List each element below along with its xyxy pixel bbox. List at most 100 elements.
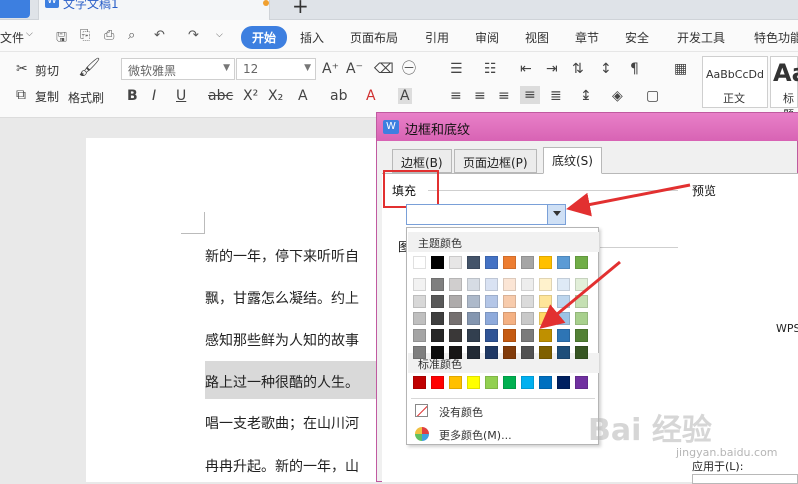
color-swatch[interactable]: [521, 376, 534, 389]
color-swatch[interactable]: [467, 256, 480, 269]
text-direction-icon[interactable]: ⇅: [572, 61, 584, 77]
color-swatch[interactable]: [413, 329, 426, 342]
color-swatch[interactable]: [557, 256, 570, 269]
copy-icon[interactable]: ⧉: [16, 87, 26, 103]
sort-icon[interactable]: ↕: [600, 61, 612, 77]
color-swatch[interactable]: [503, 256, 516, 269]
color-swatch[interactable]: [467, 312, 480, 325]
color-swatch[interactable]: [449, 329, 462, 342]
document-tab[interactable]: W 文字文稿1: [38, 0, 270, 20]
scissors-icon[interactable]: ✂: [16, 61, 28, 77]
color-swatch[interactable]: [467, 329, 480, 342]
document-line[interactable]: 感知那些鲜为人知的故事: [205, 330, 359, 350]
color-swatch[interactable]: [575, 329, 588, 342]
line-spacing-icon[interactable]: ↨: [580, 88, 592, 104]
color-swatch[interactable]: [467, 346, 480, 359]
tab-insert[interactable]: 插入: [300, 29, 324, 46]
color-swatch[interactable]: [557, 346, 570, 359]
color-swatch[interactable]: [503, 329, 516, 342]
color-swatch[interactable]: [449, 295, 462, 308]
shrink-font-icon[interactable]: A⁻: [346, 61, 363, 77]
pinyin-icon[interactable]: ㊀: [402, 61, 416, 77]
color-swatch[interactable]: [539, 295, 552, 308]
copy-button[interactable]: 复制: [35, 88, 59, 105]
color-swatch[interactable]: [431, 346, 444, 359]
bullet-list-icon[interactable]: ☰: [450, 61, 463, 77]
distribute-icon[interactable]: ≣: [550, 88, 562, 104]
color-swatch[interactable]: [467, 295, 480, 308]
font-size-select[interactable]: 12 ▼: [236, 58, 316, 80]
tab-review[interactable]: 审阅: [475, 29, 499, 46]
more-icon[interactable]: ⌵: [216, 30, 223, 40]
color-swatch[interactable]: [575, 295, 588, 308]
save-icon[interactable]: 🖫: [56, 28, 67, 50]
document-line[interactable]: 冉冉升起。新的一年，山: [205, 456, 359, 476]
style-normal[interactable]: AaBbCcDd 正文: [702, 56, 768, 108]
tab-chapter[interactable]: 章节: [575, 29, 599, 46]
font-color-icon[interactable]: A: [366, 88, 376, 104]
align-left-icon[interactable]: ≡: [450, 88, 462, 104]
redo-icon[interactable]: ↷: [188, 28, 199, 43]
color-swatch[interactable]: [449, 256, 462, 269]
color-swatch[interactable]: [521, 329, 534, 342]
tab-start[interactable]: 开始: [241, 26, 288, 49]
color-swatch[interactable]: [575, 278, 588, 291]
color-swatch[interactable]: [503, 312, 516, 325]
new-tab-button[interactable]: +: [292, 0, 309, 18]
preview-icon[interactable]: ⌕: [128, 28, 135, 43]
color-swatch[interactable]: [485, 278, 498, 291]
justify-icon[interactable]: ≡: [520, 86, 540, 104]
color-swatch[interactable]: [467, 376, 480, 389]
clipboard-icon[interactable]: ⎘: [80, 28, 90, 43]
color-swatch[interactable]: [485, 312, 498, 325]
color-swatch[interactable]: [539, 376, 552, 389]
color-swatch[interactable]: [521, 278, 534, 291]
document-line[interactable]: 唱一支老歌曲；在山川河: [205, 413, 359, 433]
color-swatch[interactable]: [557, 295, 570, 308]
tab-developer[interactable]: 开发工具: [677, 29, 725, 46]
color-swatch[interactable]: [431, 376, 444, 389]
tab-security[interactable]: 安全: [625, 29, 649, 46]
color-swatch[interactable]: [431, 329, 444, 342]
fill-color-select[interactable]: [406, 204, 566, 225]
color-swatch[interactable]: [503, 278, 516, 291]
color-swatch[interactable]: [449, 376, 462, 389]
tab-page-layout[interactable]: 页面布局: [350, 29, 398, 46]
color-swatch[interactable]: [413, 346, 426, 359]
color-swatch[interactable]: [575, 256, 588, 269]
highlight-icon[interactable]: ab: [330, 88, 347, 104]
color-swatch[interactable]: [413, 295, 426, 308]
color-swatch[interactable]: [431, 312, 444, 325]
chevron-down-icon[interactable]: ⌵: [26, 29, 33, 39]
color-swatch[interactable]: [431, 278, 444, 291]
color-swatch[interactable]: [485, 329, 498, 342]
color-swatch[interactable]: [575, 346, 588, 359]
color-swatch[interactable]: [557, 329, 570, 342]
color-swatch[interactable]: [431, 295, 444, 308]
home-tab[interactable]: [0, 0, 30, 18]
color-swatch[interactable]: [449, 278, 462, 291]
color-swatch[interactable]: [413, 376, 426, 389]
grow-font-icon[interactable]: A⁺: [322, 61, 339, 77]
color-swatch[interactable]: [485, 256, 498, 269]
color-swatch[interactable]: [557, 376, 570, 389]
bold-icon[interactable]: B: [127, 88, 138, 104]
color-swatch[interactable]: [467, 278, 480, 291]
color-swatch[interactable]: [413, 278, 426, 291]
color-swatch[interactable]: [413, 312, 426, 325]
cut-button[interactable]: 剪切: [35, 62, 59, 79]
color-swatch[interactable]: [521, 346, 534, 359]
document-line[interactable]: 路上过一种很酷的人生。: [205, 372, 359, 392]
paragraph-shading-icon[interactable]: ◈: [612, 88, 623, 104]
dropdown-button[interactable]: [547, 205, 565, 224]
eraser-icon[interactable]: ⌫: [374, 61, 394, 77]
indent-increase-icon[interactable]: ⇥: [546, 61, 558, 77]
document-line[interactable]: 新的一年，停下来听听自: [205, 246, 359, 266]
font-name-select[interactable]: 微软雅黑 ▼: [121, 58, 235, 80]
tab-shading[interactable]: 底纹(S): [543, 147, 602, 174]
table-icon[interactable]: ▦: [674, 61, 687, 77]
color-swatch[interactable]: [539, 346, 552, 359]
color-swatch[interactable]: [503, 295, 516, 308]
color-swatch[interactable]: [521, 295, 534, 308]
tab-references[interactable]: 引用: [425, 29, 449, 46]
